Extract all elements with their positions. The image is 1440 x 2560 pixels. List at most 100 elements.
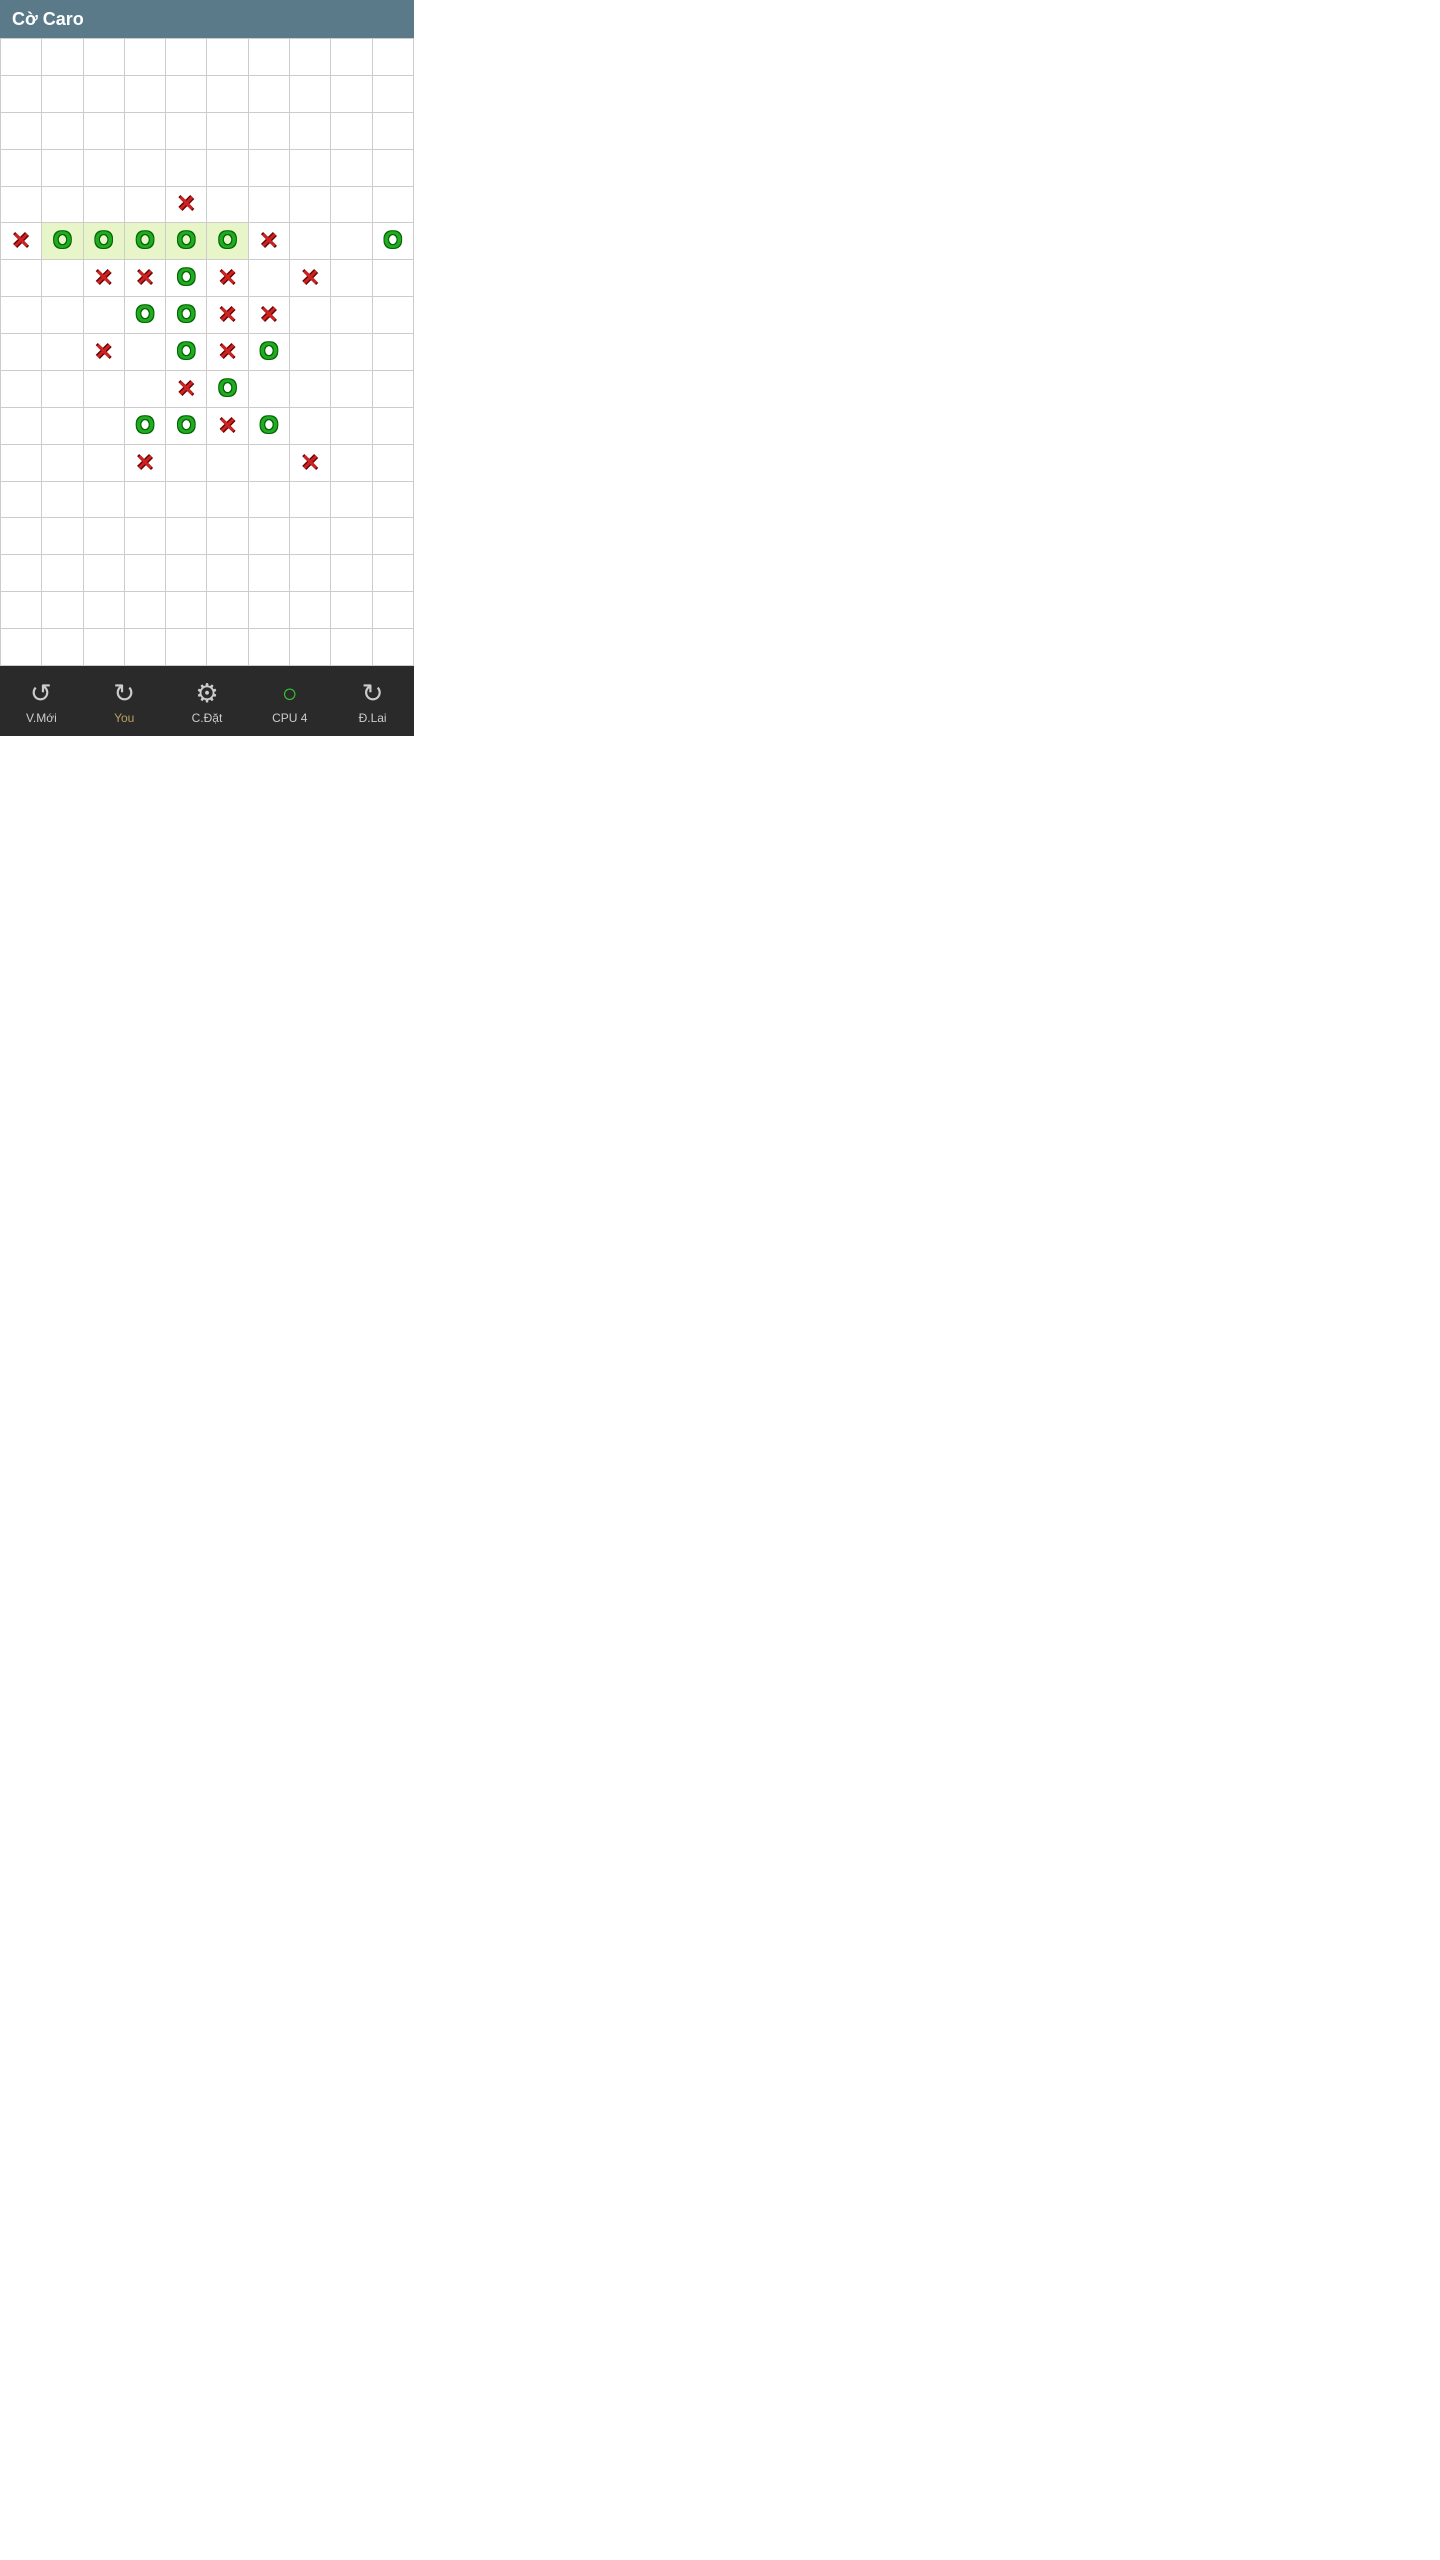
cell[interactable]: O [125, 223, 166, 260]
cell[interactable] [207, 629, 248, 666]
cell[interactable] [1, 187, 42, 224]
cell[interactable] [166, 445, 207, 482]
cell[interactable] [42, 187, 83, 224]
settings-button[interactable]: ⚙ C.Đặt [177, 674, 237, 729]
cell[interactable] [249, 76, 290, 113]
cell[interactable] [166, 518, 207, 555]
cell[interactable] [290, 223, 331, 260]
cell[interactable] [331, 187, 372, 224]
cell[interactable] [290, 629, 331, 666]
cell[interactable] [331, 260, 372, 297]
cell[interactable] [207, 150, 248, 187]
cell[interactable] [42, 445, 83, 482]
cell[interactable] [331, 76, 372, 113]
cell[interactable] [373, 76, 414, 113]
cell[interactable]: O [84, 223, 125, 260]
cell[interactable] [1, 482, 42, 519]
cell[interactable] [84, 187, 125, 224]
cell[interactable] [290, 518, 331, 555]
cell[interactable] [84, 150, 125, 187]
cell[interactable]: O [207, 371, 248, 408]
cell[interactable] [84, 592, 125, 629]
cell[interactable] [166, 150, 207, 187]
cell[interactable] [1, 445, 42, 482]
cell[interactable] [84, 629, 125, 666]
cell[interactable] [84, 297, 125, 334]
cell[interactable] [373, 334, 414, 371]
cell[interactable] [331, 408, 372, 445]
cell[interactable]: ✕ [207, 260, 248, 297]
cell[interactable] [290, 555, 331, 592]
cell[interactable] [42, 297, 83, 334]
cell[interactable]: O [42, 223, 83, 260]
cell[interactable] [207, 592, 248, 629]
cell[interactable]: ✕ [249, 223, 290, 260]
cell[interactable] [331, 518, 372, 555]
cell[interactable] [1, 518, 42, 555]
cell[interactable] [42, 334, 83, 371]
cell[interactable]: ✕ [207, 408, 248, 445]
cell[interactable] [42, 555, 83, 592]
cell[interactable]: O [166, 260, 207, 297]
cell[interactable]: ✕ [290, 260, 331, 297]
cell[interactable]: ✕ [207, 297, 248, 334]
cell[interactable] [84, 518, 125, 555]
cell[interactable] [373, 629, 414, 666]
cell[interactable] [1, 76, 42, 113]
cell[interactable] [290, 297, 331, 334]
cell[interactable]: ✕ [166, 187, 207, 224]
cell[interactable] [331, 297, 372, 334]
cell[interactable]: O [373, 223, 414, 260]
cell[interactable] [290, 39, 331, 76]
cell[interactable] [42, 408, 83, 445]
cell[interactable] [42, 592, 83, 629]
undo-button[interactable]: ↻ Đ.Lai [343, 674, 403, 729]
cell[interactable] [373, 592, 414, 629]
cell[interactable] [125, 371, 166, 408]
cell[interactable] [331, 334, 372, 371]
cell[interactable] [207, 113, 248, 150]
you-button[interactable]: ↻ You [94, 674, 154, 729]
cell[interactable] [42, 150, 83, 187]
cell[interactable] [166, 555, 207, 592]
cell[interactable] [125, 39, 166, 76]
cell[interactable] [373, 408, 414, 445]
cell[interactable] [249, 592, 290, 629]
new-game-button[interactable]: ↻ V.Mới [11, 674, 71, 729]
cell[interactable] [249, 187, 290, 224]
cell[interactable] [290, 482, 331, 519]
cell[interactable] [373, 113, 414, 150]
cell[interactable] [84, 445, 125, 482]
cell[interactable] [373, 518, 414, 555]
cell[interactable]: ✕ [1, 223, 42, 260]
cell[interactable] [1, 555, 42, 592]
cell[interactable] [331, 555, 372, 592]
cpu-button[interactable]: ○ CPU 4 [260, 674, 320, 729]
cell[interactable] [166, 113, 207, 150]
cell[interactable]: ✕ [84, 260, 125, 297]
cell[interactable] [373, 445, 414, 482]
cell[interactable] [249, 445, 290, 482]
cell[interactable] [1, 592, 42, 629]
cell[interactable]: O [125, 408, 166, 445]
cell[interactable] [42, 76, 83, 113]
cell[interactable] [125, 555, 166, 592]
cell[interactable] [290, 187, 331, 224]
cell[interactable] [125, 482, 166, 519]
cell[interactable] [249, 482, 290, 519]
cell[interactable] [290, 592, 331, 629]
cell[interactable] [331, 113, 372, 150]
cell[interactable] [373, 150, 414, 187]
cell[interactable] [207, 76, 248, 113]
cell[interactable] [290, 150, 331, 187]
cell[interactable]: ✕ [84, 334, 125, 371]
cell[interactable] [249, 518, 290, 555]
cell[interactable] [207, 518, 248, 555]
cell[interactable] [249, 39, 290, 76]
cell[interactable] [125, 113, 166, 150]
cell[interactable] [249, 260, 290, 297]
cell[interactable] [249, 555, 290, 592]
cell[interactable] [84, 76, 125, 113]
cell[interactable] [373, 482, 414, 519]
cell[interactable]: ✕ [290, 445, 331, 482]
